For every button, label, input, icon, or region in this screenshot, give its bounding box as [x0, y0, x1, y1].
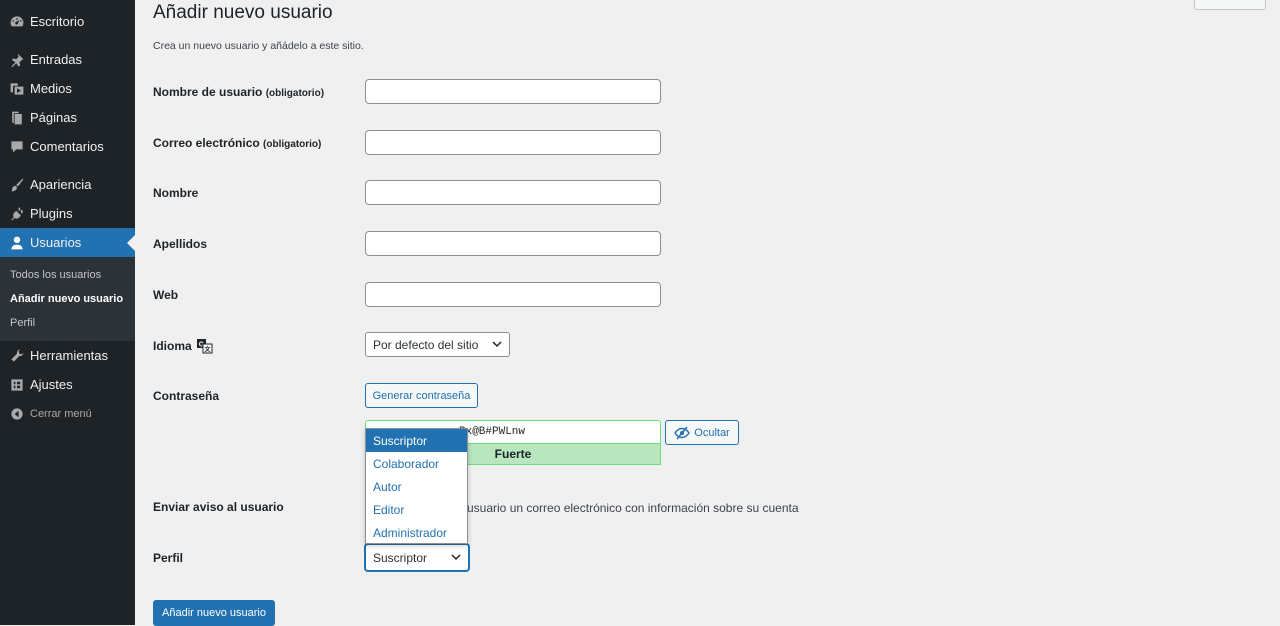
- user-icon: [7, 233, 27, 253]
- sidebar-item-medios[interactable]: Medios: [0, 74, 135, 103]
- collapse-menu-button[interactable]: Cerrar menú: [0, 399, 135, 428]
- hide-password-button[interactable]: Ocultar: [665, 420, 739, 445]
- language-select-value: Por defecto del sitio: [373, 337, 479, 352]
- sidebar-item-plugins[interactable]: Plugins: [0, 199, 135, 228]
- sidebar-item-label: Plugins: [30, 206, 73, 221]
- sidebar-item-label: Usuarios: [30, 235, 82, 250]
- sidebar-item-label: Páginas: [30, 110, 77, 125]
- svg-text:文: 文: [203, 346, 211, 354]
- screen-options-button[interactable]: [1194, 0, 1266, 10]
- role-option-colaborador[interactable]: Colaborador: [366, 452, 467, 475]
- role-option-autor[interactable]: Autor: [366, 475, 467, 498]
- notify-user-label: Enviar aviso al usuario: [153, 500, 284, 514]
- settings-icon: [7, 375, 27, 395]
- translation-icon: G 文: [196, 338, 213, 354]
- sidebar-item-usuarios[interactable]: Usuarios: [0, 228, 135, 257]
- email-label-text: Correo electrónico: [153, 136, 260, 150]
- page-title: Añadir nuevo usuario: [153, 2, 333, 23]
- password-label: Contraseña: [153, 389, 220, 403]
- sidebar-item-escritorio[interactable]: Escritorio: [0, 7, 135, 36]
- role-select-value: Suscriptor: [373, 550, 428, 565]
- collapse-menu-label: Cerrar menú: [30, 407, 92, 420]
- plug-icon: [7, 204, 27, 224]
- sidebar-item-label: Entradas: [30, 52, 83, 67]
- role-dropdown-list: Suscriptor Colaborador Autor Editor Admi…: [365, 428, 468, 544]
- submenu-item-anadir-nuevo-usuario[interactable]: Añadir nuevo usuario: [10, 293, 123, 305]
- website-input[interactable]: [365, 282, 661, 307]
- submenu-item-perfil[interactable]: Perfil: [10, 317, 35, 329]
- role-option-editor[interactable]: Editor: [366, 498, 467, 521]
- language-label: Idioma G 文: [153, 338, 213, 354]
- role-label: Perfil: [153, 551, 184, 565]
- admin-sidebar: Escritorio Entradas Medios Páginas Comen…: [0, 0, 135, 625]
- username-input[interactable]: [365, 79, 661, 104]
- required-note: (obligatorio): [263, 139, 322, 150]
- sidebar-item-label: Comentarios: [30, 139, 104, 154]
- hide-password-label: Ocultar: [694, 426, 730, 439]
- role-option-administrador[interactable]: Administrador: [366, 521, 467, 544]
- first-name-label: Nombre: [153, 186, 199, 200]
- wrench-icon: [7, 346, 27, 366]
- sidebar-item-label: Escritorio: [30, 14, 85, 29]
- generate-password-button[interactable]: Generar contraseña: [365, 383, 478, 408]
- pin-icon: [7, 50, 27, 70]
- sidebar-item-entradas[interactable]: Entradas: [0, 45, 135, 74]
- sidebar-item-paginas[interactable]: Páginas: [0, 103, 135, 132]
- chevron-down-icon: [492, 341, 502, 348]
- language-label-text: Idioma: [153, 339, 192, 353]
- notify-user-description: usuario un correo electrónico con inform…: [467, 501, 799, 515]
- add-new-user-button[interactable]: Añadir nuevo usuario: [153, 600, 275, 626]
- submenu-item-todos-los-usuarios[interactable]: Todos los usuarios: [10, 269, 101, 281]
- page-icon: [7, 108, 27, 128]
- comment-icon: [7, 137, 27, 157]
- chevron-down-icon: [451, 554, 461, 561]
- email-label: Correo electrónico (obligatorio): [153, 136, 321, 150]
- required-note: (obligatorio): [265, 88, 325, 99]
- sidebar-item-comentarios[interactable]: Comentarios: [0, 132, 135, 161]
- users-submenu: Todos los usuarios Añadir nuevo usuario …: [0, 257, 135, 341]
- main-content: Añadir nuevo usuario Crea un nuevo usuar…: [135, 0, 1280, 626]
- username-label-text: Nombre de usuario: [153, 85, 263, 99]
- last-name-label: Apellidos: [153, 237, 208, 251]
- media-icon: [7, 79, 27, 99]
- role-select[interactable]: Suscriptor: [365, 544, 469, 571]
- email-input[interactable]: [365, 130, 661, 155]
- last-name-input[interactable]: [365, 231, 661, 256]
- language-select[interactable]: Por defecto del sitio: [365, 332, 510, 357]
- sidebar-item-label: Apariencia: [30, 177, 92, 192]
- role-option-suscriptor[interactable]: Suscriptor: [366, 429, 467, 452]
- website-label: Web: [153, 288, 179, 302]
- username-label: Nombre de usuario (obligatorio): [153, 85, 324, 99]
- page-description: Crea un nuevo usuario y añádelo a este s…: [153, 40, 364, 52]
- eye-slash-icon: [674, 426, 691, 439]
- dashboard-icon: [7, 12, 27, 32]
- sidebar-item-herramientas[interactable]: Herramientas: [0, 341, 135, 370]
- brush-icon: [7, 175, 27, 195]
- sidebar-item-label: Medios: [30, 81, 72, 96]
- sidebar-item-apariencia[interactable]: Apariencia: [0, 170, 135, 199]
- first-name-input[interactable]: [365, 180, 661, 205]
- sidebar-item-ajustes[interactable]: Ajustes: [0, 370, 135, 399]
- sidebar-item-label: Ajustes: [30, 377, 73, 392]
- sidebar-item-label: Herramientas: [30, 348, 109, 363]
- collapse-icon: [7, 404, 27, 424]
